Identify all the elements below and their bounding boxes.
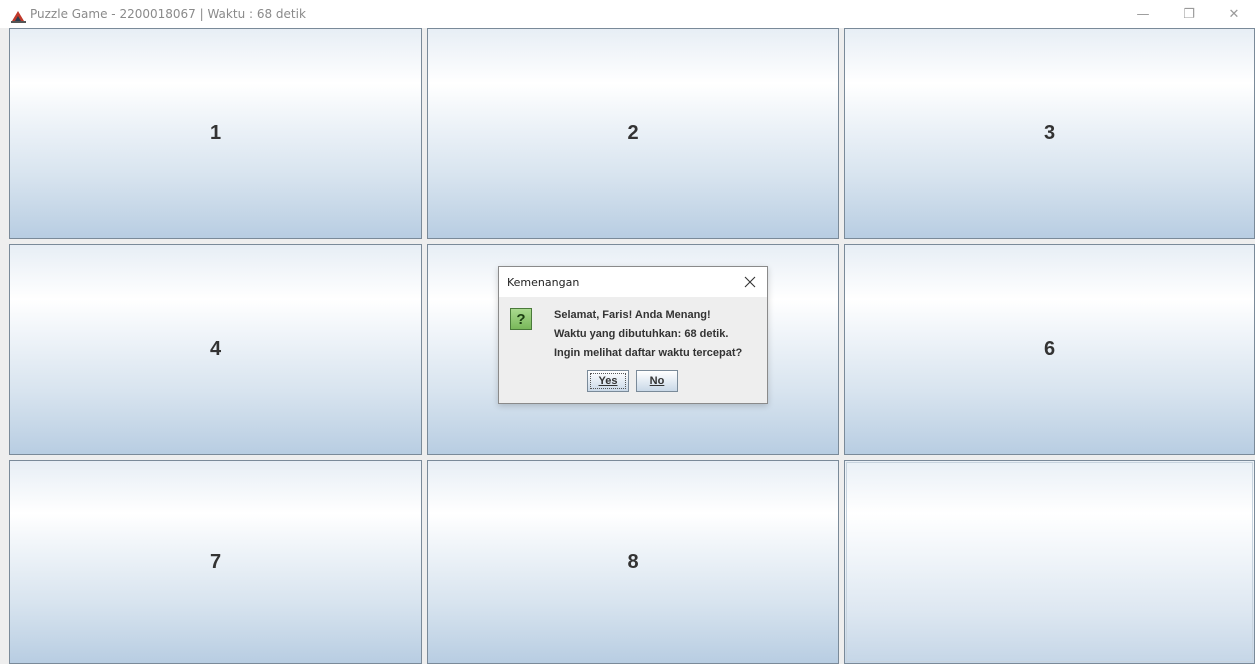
puzzle-game-window: Puzzle Game - 2200018067 | Waktu : 68 de… [0,0,1255,664]
minimize-icon: — [1136,6,1150,22]
dialog-message-line-3: Ingin melihat daftar waktu tercepat? [554,347,743,359]
restore-button[interactable]: ❐ [1166,0,1212,28]
puzzle-tile-4[interactable]: 4 [9,244,422,455]
puzzle-tile-1[interactable]: 1 [9,28,422,239]
question-icon: ? [510,308,532,330]
window-title: Puzzle Game - 2200018067 | Waktu : 68 de… [30,7,306,21]
close-icon: ✕ [1228,6,1240,22]
dialog-titlebar[interactable]: Kemenangan [499,267,767,297]
window-titlebar[interactable]: Puzzle Game - 2200018067 | Waktu : 68 de… [0,0,1255,28]
puzzle-tile-7[interactable]: 7 [9,460,422,664]
dialog-close-button[interactable] [739,271,761,293]
no-button[interactable]: No [636,370,678,392]
close-icon [744,276,756,288]
puzzle-tile-empty[interactable] [844,460,1255,664]
win-dialog: Kemenangan ? Selamat, Faris! Anda Menang… [498,266,768,404]
puzzle-tile-3[interactable]: 3 [844,28,1255,239]
dialog-title: Kemenangan [507,276,580,289]
puzzle-tile-8[interactable]: 8 [427,460,839,664]
puzzle-tile-2[interactable]: 2 [427,28,839,239]
restore-icon: ❐ [1183,6,1195,22]
minimize-button[interactable]: — [1120,0,1166,28]
puzzle-tile-6[interactable]: 6 [844,244,1255,455]
dialog-message-line-1: Selamat, Faris! Anda Menang! [554,309,711,321]
java-app-icon [10,8,27,23]
close-window-button[interactable]: ✕ [1211,0,1255,28]
dialog-message-line-2: Waktu yang dibutuhkan: 68 detik. [554,328,729,340]
yes-button[interactable]: Yes [587,370,629,392]
